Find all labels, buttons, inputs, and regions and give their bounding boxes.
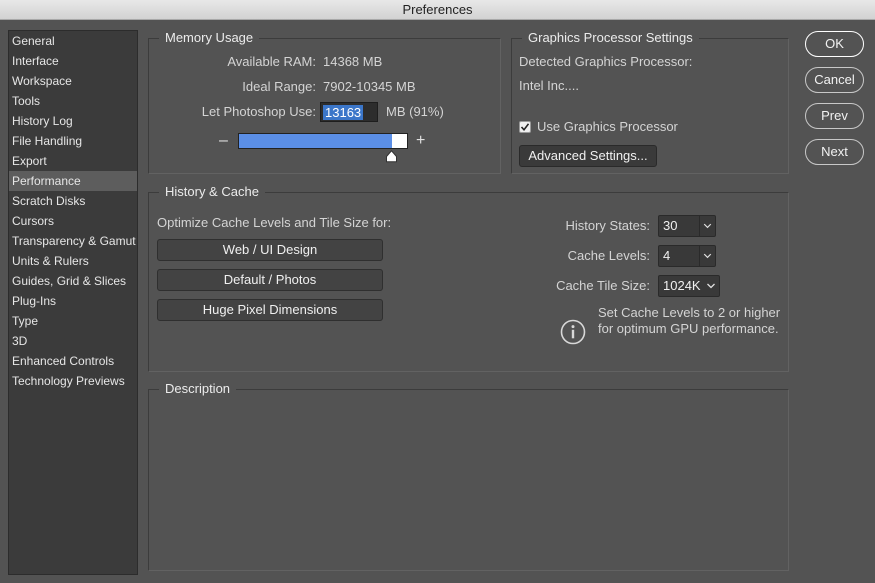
ram-slider-fill: [239, 134, 392, 148]
sidebar-item-file-handling[interactable]: File Handling: [9, 131, 137, 151]
available-ram-value: 14368 MB: [323, 54, 383, 69]
gpu-tip-line-2: for optimum GPU performance.: [598, 321, 779, 336]
cache-tile-size-label: Cache Tile Size:: [556, 278, 650, 293]
optimize-cache-label: Optimize Cache Levels and Tile Size for:: [157, 215, 392, 230]
cache-levels-value: 4: [663, 248, 671, 263]
ideal-range-value: 7902-10345 MB: [323, 79, 416, 94]
use-gpu-label[interactable]: Use Graphics Processor: [537, 119, 678, 135]
sidebar-item-export[interactable]: Export: [9, 151, 137, 171]
chevron-down-icon: [699, 246, 712, 266]
sidebar-item-guides-grid-slices[interactable]: Guides, Grid & Slices: [9, 271, 137, 291]
gpu-settings-title: Graphics Processor Settings: [522, 30, 699, 46]
history-states-label: History States:: [565, 218, 650, 233]
huge-pixel-dimensions-button[interactable]: Huge Pixel Dimensions: [157, 299, 383, 321]
sidebar-item-type[interactable]: Type: [9, 311, 137, 331]
sidebar-item-technology-previews[interactable]: Technology Previews: [9, 371, 137, 391]
sidebar-item-transparency-gamut[interactable]: Transparency & Gamut: [9, 231, 137, 251]
chevron-down-icon: [707, 283, 715, 289]
detected-gpu-value: Intel Inc....: [519, 78, 579, 93]
cache-levels-field[interactable]: 4: [658, 245, 716, 267]
checkmark-icon: [520, 123, 530, 132]
cancel-button[interactable]: Cancel: [805, 67, 864, 93]
gpu-tip-line-1: Set Cache Levels to 2 or higher: [598, 305, 781, 320]
cache-tile-size-select[interactable]: 1024K: [658, 275, 720, 297]
cache-levels-label: Cache Levels:: [567, 248, 650, 263]
sidebar-item-plug-ins[interactable]: Plug-Ins: [9, 291, 137, 311]
let-photoshop-use-label: Let Photoshop Use:: [201, 104, 316, 119]
next-button[interactable]: Next: [805, 139, 864, 165]
description-title: Description: [159, 381, 237, 397]
ram-usage-value: 13163: [323, 105, 364, 120]
ram-decrease-button[interactable]: –: [219, 133, 228, 149]
use-gpu-checkbox[interactable]: [519, 121, 531, 133]
sidebar-item-scratch-disks[interactable]: Scratch Disks: [9, 191, 137, 211]
sidebar-item-enhanced-controls[interactable]: Enhanced Controls: [9, 351, 137, 371]
history-states-value: 30: [663, 218, 678, 233]
history-cache-title: History & Cache: [159, 184, 265, 200]
ram-slider-track[interactable]: [238, 133, 408, 149]
sidebar-item-tools[interactable]: Tools: [9, 91, 137, 111]
sidebar-item-units-rulers[interactable]: Units & Rulers: [9, 251, 137, 271]
preferences-sidebar: General Interface Workspace Tools Histor…: [8, 30, 138, 575]
sidebar-item-interface[interactable]: Interface: [9, 51, 137, 71]
chevron-down-icon: [699, 216, 712, 236]
sidebar-item-workspace[interactable]: Workspace: [9, 71, 137, 91]
ok-button[interactable]: OK: [805, 31, 864, 57]
web-ui-design-button[interactable]: Web / UI Design: [157, 239, 383, 261]
sidebar-item-3d[interactable]: 3D: [9, 331, 137, 351]
default-photos-button[interactable]: Default / Photos: [157, 269, 383, 291]
detected-gpu-label: Detected Graphics Processor:: [519, 54, 693, 69]
ram-increase-button[interactable]: +: [416, 133, 425, 149]
sidebar-item-general[interactable]: General: [9, 31, 137, 51]
available-ram-label: Available RAM:: [227, 54, 316, 69]
ram-usage-input[interactable]: 13163: [320, 102, 378, 122]
sidebar-item-performance[interactable]: Performance: [9, 171, 137, 191]
history-states-field[interactable]: 30: [658, 215, 716, 237]
window-title: Preferences: [0, 0, 875, 20]
sidebar-item-cursors[interactable]: Cursors: [9, 211, 137, 231]
memory-usage-title: Memory Usage: [159, 30, 260, 46]
ideal-range-label: Ideal Range:: [242, 79, 316, 94]
cache-tile-size-value: 1024K: [663, 278, 701, 293]
description-panel: Description: [148, 381, 789, 571]
sidebar-item-history-log[interactable]: History Log: [9, 111, 137, 131]
prev-button[interactable]: Prev: [805, 103, 864, 129]
advanced-settings-button[interactable]: Advanced Settings...: [519, 145, 657, 167]
ram-slider-thumb[interactable]: [385, 150, 398, 163]
info-icon: [560, 319, 586, 345]
ram-usage-suffix: MB (91%): [386, 104, 444, 119]
